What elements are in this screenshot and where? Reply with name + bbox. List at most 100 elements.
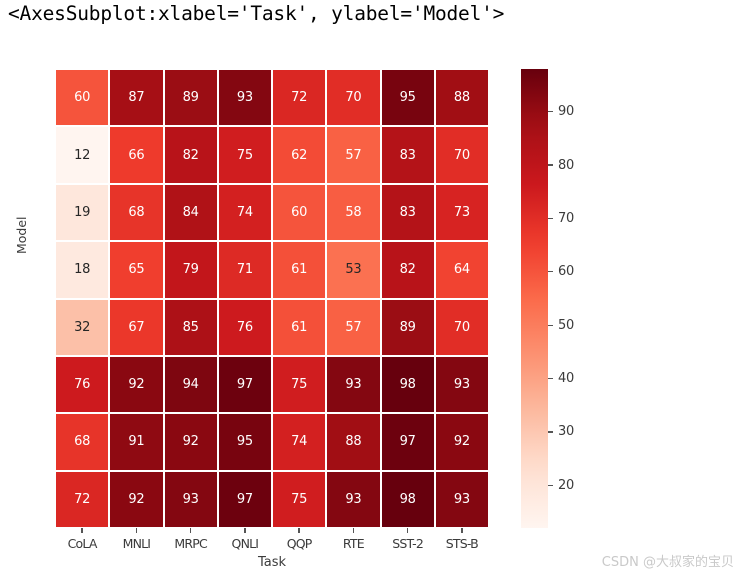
heatmap-cell: 82 [380,241,435,299]
heatmap-cell-value: 88 [453,90,470,106]
heatmap-cell: 70 [434,298,489,356]
heatmap-cell: 88 [326,413,381,471]
heatmap-cell-value: 95 [399,90,416,106]
heatmap-cell-value: 97 [236,491,253,507]
heatmap-cell-value: 93 [453,491,470,507]
heatmap-cell-value: 75 [291,491,308,507]
heatmap-cell-value: 92 [182,434,199,450]
heatmap-cell-value: 93 [236,90,253,106]
colorbar-tick-mark [548,324,553,326]
x-tick-label: MRPC [174,536,207,551]
heatmap-cell-value: 94 [182,377,199,393]
heatmap-cell: 61 [272,241,327,299]
heatmap-cell: 64 [434,241,489,299]
heatmap-cell: 93 [326,470,381,528]
heatmap-cell-value: 60 [291,204,308,220]
x-tick-mark [272,528,326,535]
heatmap-cell: 67 [109,298,164,356]
heatmap-cell-value: 83 [399,147,416,163]
heatmap-cell: 92 [109,470,164,528]
colorbar-tick-value: 50 [558,317,574,333]
heatmap-cell: 72 [55,470,110,528]
heatmap-cell: 94 [163,355,218,414]
heatmap-cell-value: 70 [453,319,470,335]
colorbar-tick: 40 [548,371,574,386]
heatmap-cell: 75 [217,126,272,184]
heatmap-cell: 79 [163,241,218,299]
colorbar [521,69,548,528]
colorbar-tick-value: 80 [558,157,574,173]
heatmap-cell-value: 72 [74,491,91,507]
watermark-text: CSDN @大叔家的宝贝 [601,555,734,570]
colorbar-tick: 30 [548,424,574,440]
x-tick-label: SST-2 [392,536,424,551]
x-tick-marks [55,528,489,535]
colorbar-tick: 60 [548,264,574,279]
heatmap-cell-value: 97 [236,377,253,393]
heatmap-cell-value: 65 [128,262,145,278]
heatmap-cell-value: 75 [236,147,253,163]
heatmap-cell: 76 [55,355,110,414]
heatmap-cell: 97 [217,355,272,414]
heatmap-cell-value: 57 [345,147,362,163]
heatmap-cell-value: 84 [182,204,199,220]
heatmap-cell-value: 93 [345,377,362,393]
colorbar-tick-mark [548,271,553,273]
heatmap-cell: 19 [55,183,110,242]
heatmap-cell: 68 [109,183,164,242]
heatmap-cell: 92 [109,355,164,414]
y-axis-title: Model [14,216,29,254]
heatmap-cell-value: 82 [182,147,199,163]
heatmap-cell-value: 87 [128,90,145,106]
heatmap-cell: 75 [272,470,327,528]
matplotlib-figure: 60 87 89 93 72 70 95 88 12 66 82 75 62 57 83 70 19 68 84 74… [0,44,742,576]
x-tick-label: QQP [286,536,313,551]
colorbar-tick: 80 [548,157,574,173]
heatmap-cell: 93 [434,355,489,414]
colorbar-tick: 20 [548,478,574,493]
heatmap-cell-value: 98 [399,377,416,393]
heatmap-cell: 53 [326,241,381,299]
x-tick-mark [55,528,109,535]
heatmap-cell-value: 19 [74,204,91,220]
heatmap-cell: 82 [163,126,218,184]
x-axis-title: Task [257,555,287,570]
heatmap-cell-value: 93 [182,491,199,507]
x-tick-mark [109,528,163,535]
colorbar-tick: 50 [548,317,574,333]
heatmap-cell: 60 [55,69,110,127]
heatmap-cell-value: 72 [291,90,308,106]
heatmap-cell-value: 75 [291,377,308,393]
heatmap-cell-value: 92 [128,377,145,393]
heatmap-cell: 73 [434,183,489,242]
heatmap-cell-value: 92 [453,434,470,450]
heatmap-cell-value: 79 [182,262,199,278]
colorbar-tick-mark [548,217,553,220]
heatmap-cell-value: 92 [128,491,145,507]
x-tick-label: CoLA [67,536,98,551]
colorbar-tick-value: 30 [558,424,574,440]
heatmap-cell-value: 58 [345,204,362,220]
heatmap-cell: 93 [163,470,218,528]
heatmap-cell: 32 [55,298,110,356]
heatmap-cell-value: 91 [128,434,145,450]
heatmap-cell: 89 [163,69,218,127]
heatmap-cell-value: 61 [291,262,308,278]
heatmap-cell-value: 68 [74,434,91,450]
heatmap-cell: 95 [380,69,435,127]
heatmap-grid: 60 87 89 93 72 70 95 88 12 66 82 75 62 57 83 70 19 68 84 74… [55,69,489,528]
heatmap-cell: 93 [434,470,489,528]
heatmap-cell-value: 82 [399,262,416,278]
heatmap-cell: 57 [326,126,381,184]
heatmap-cell-value: 97 [399,434,416,450]
heatmap-cell-value: 89 [399,319,416,335]
heatmap-cell-value: 61 [291,319,308,335]
axes-repr-text: <AxesSubplot:xlabel='Task', ylabel='Mode… [8,2,505,25]
heatmap-cell: 92 [163,413,218,471]
heatmap-cell-value: 64 [453,262,470,278]
heatmap-cell-value: 60 [74,90,91,106]
heatmap-cell: 75 [272,355,327,414]
heatmap-cell: 12 [55,126,110,184]
x-tick-label: RTE [342,536,365,551]
heatmap-cell-value: 53 [345,262,362,278]
